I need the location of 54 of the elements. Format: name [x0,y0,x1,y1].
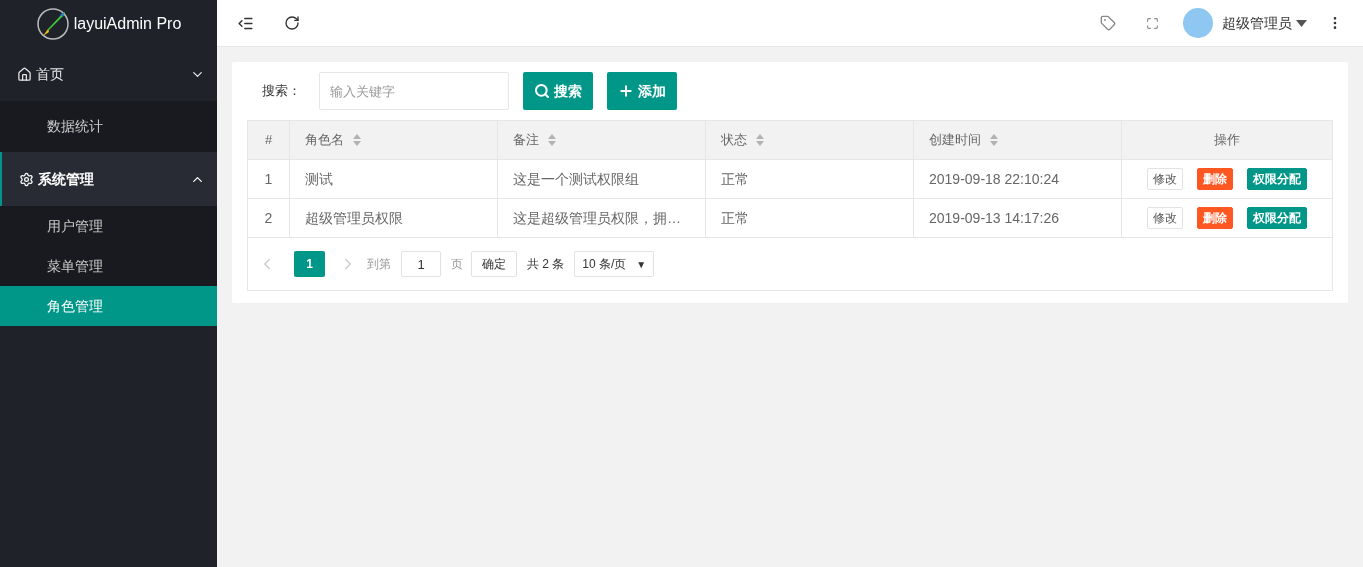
column-header[interactable]: 角色名 [289,121,497,159]
column-header[interactable]: 创建时间 [913,121,1121,159]
table-cell: 测试 [289,160,497,198]
edit-button[interactable]: 修改 [1147,168,1183,190]
table-cell: 2019-09-13 14:17:26 [913,199,1121,237]
page-unit-label: 页 [451,256,463,273]
permission-button[interactable]: 权限分配 [1247,168,1307,190]
column-header: # [263,131,274,150]
search-field[interactable]: 输入关键字 [319,72,509,110]
search-label: 搜索： [261,82,302,101]
brand-title: layuiAdmin Pro [73,13,182,34]
table-cell: 这是超级管理员权限，拥… [497,199,705,237]
fullscreen-icon[interactable] [1146,16,1159,30]
table-cell: 2019-09-18 22:10:24 [913,160,1121,198]
sidebar-group[interactable]: 系统管理 [0,152,217,206]
confirm-button[interactable]: 确定 [471,251,517,277]
sort-icon[interactable] [755,133,765,147]
sidebar-item[interactable]: 角色管理 [0,286,217,326]
rocket-logo-icon [35,6,70,41]
delete-button[interactable]: 删除 [1197,207,1233,229]
column-header[interactable]: 状态 [705,121,913,159]
sidebar-item[interactable]: 菜单管理 [0,246,217,286]
permission-button[interactable]: 权限分配 [1247,207,1307,229]
add-button[interactable]: 添加 [607,72,677,110]
delete-button[interactable]: 删除 [1197,168,1233,190]
home-icon [17,66,32,82]
column-header[interactable]: 备注 [497,121,705,159]
sort-icon[interactable] [352,133,362,147]
goto-label: 到第 [367,256,391,273]
page-number-field[interactable]: 1 [401,251,441,277]
caret-icon[interactable] [1296,19,1307,27]
sort-icon[interactable] [547,133,557,147]
tag-icon[interactable] [1100,15,1116,31]
user-name[interactable]: 超级管理员 [1222,12,1292,34]
table-cell: 这是一个测试权限组 [497,160,705,198]
sidebar-item[interactable]: 用户管理 [0,206,217,246]
refresh-icon[interactable] [284,15,300,31]
table-cell: 超级管理员权限 [289,199,497,237]
table-cell: 正常 [705,160,913,198]
page-button[interactable]: 1 [294,251,325,277]
total-count: 共 2 条 [527,256,565,273]
search-icon [534,83,550,99]
table-cell-text: 1 [263,169,274,189]
search-button[interactable]: 搜索 [523,72,593,110]
settings-icon [19,171,34,187]
sidebar-item[interactable]: 数据统计 [0,101,217,152]
column-header: 操作 [1121,121,1332,159]
table-cell-text: 2 [263,208,274,228]
table-cell: 正常 [705,199,913,237]
sort-icon[interactable] [989,133,999,147]
page-size-select[interactable]: 10 条/页 ▼ [574,251,655,277]
avatar[interactable] [1183,8,1213,38]
edit-button[interactable]: 修改 [1147,207,1183,229]
plus-icon [618,83,634,99]
